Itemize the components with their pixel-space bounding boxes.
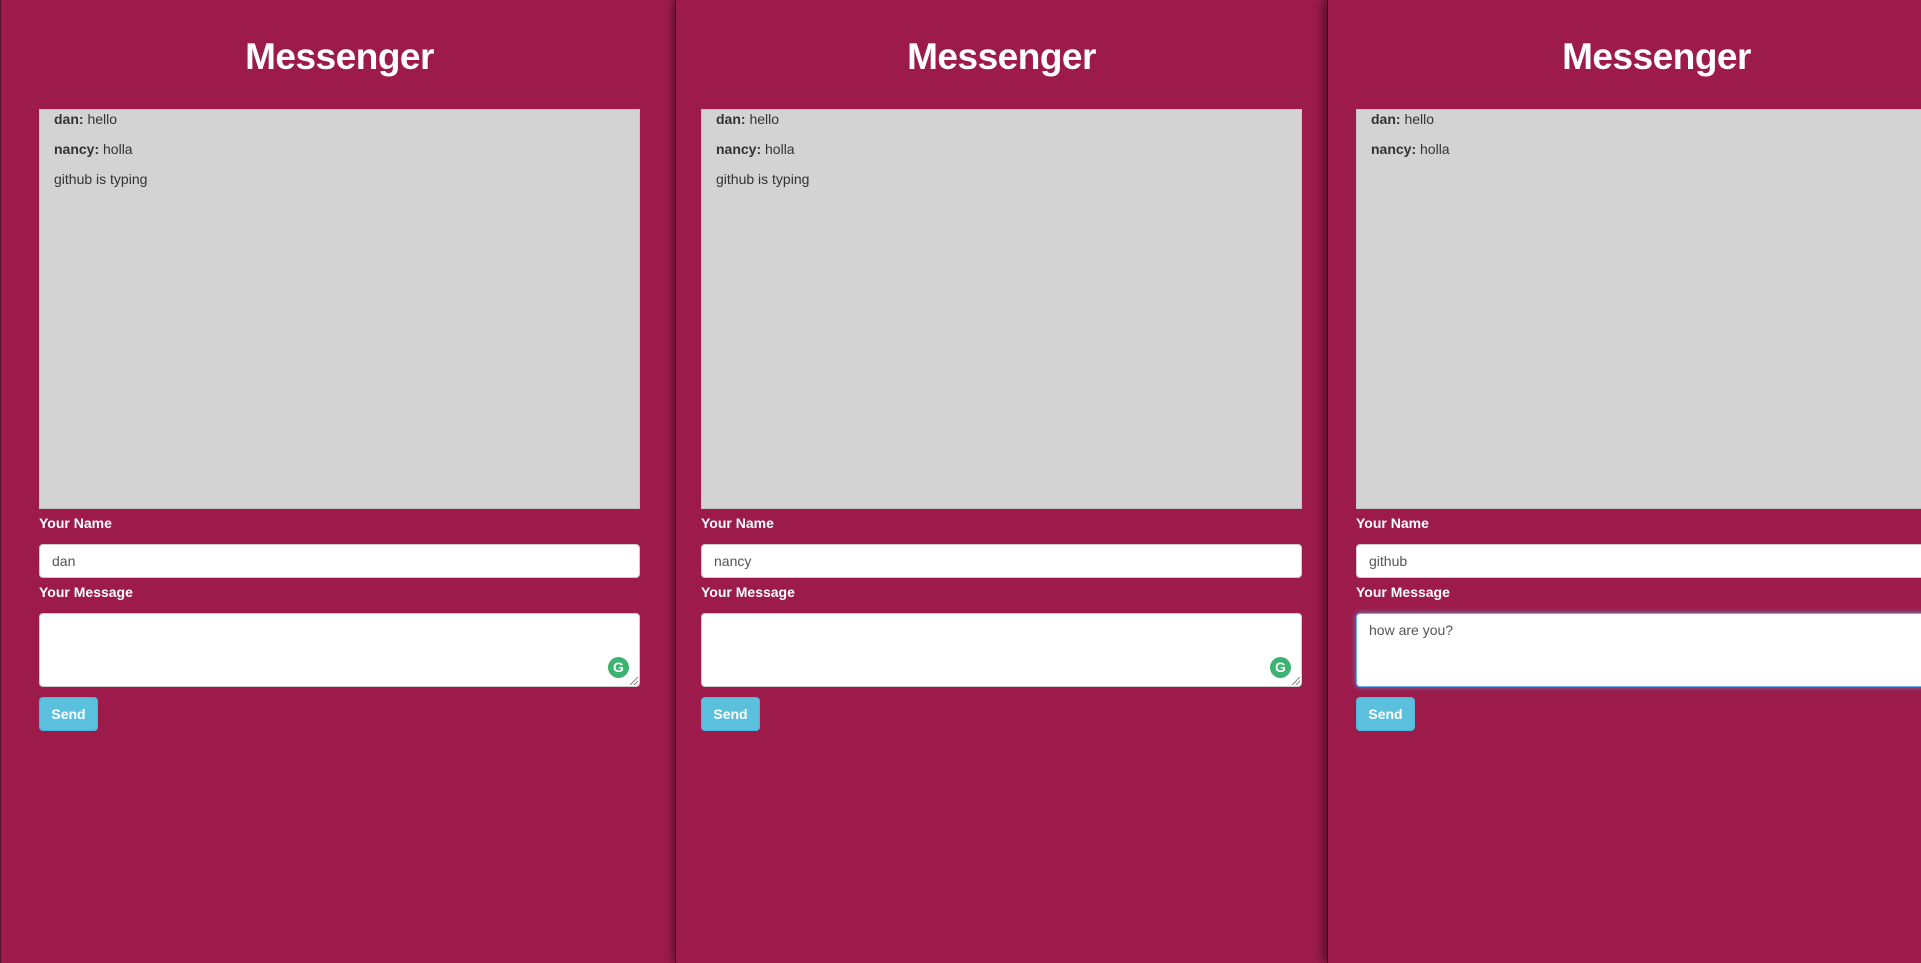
desktop: Messenger dan: hello nancy: holla github… xyxy=(0,0,1921,963)
page-title: Messenger xyxy=(907,36,1096,77)
message-text: hello xyxy=(1404,111,1435,127)
name-label: Your Name xyxy=(1356,515,1429,531)
typing-indicator: github is typing xyxy=(54,171,148,187)
grammarly-icon[interactable]: G xyxy=(1270,657,1291,678)
grammarly-icon[interactable]: G xyxy=(608,657,629,678)
messenger-window-dan: Messenger dan: hello nancy: holla github… xyxy=(0,0,675,963)
page-title: Messenger xyxy=(245,36,434,77)
message-textarea[interactable]: how are you? xyxy=(1356,613,1921,687)
messenger-window-nancy: Messenger dan: hello nancy: holla github… xyxy=(675,0,1327,963)
send-button[interactable]: Send xyxy=(1356,697,1415,731)
resize-grip-icon[interactable] xyxy=(630,677,638,685)
message-author: dan: xyxy=(54,111,84,127)
messenger-window-github: Messenger dan: hello nancy: holla Your N… xyxy=(1327,0,1921,963)
send-button[interactable]: Send xyxy=(701,697,760,731)
message-author: dan: xyxy=(716,111,746,127)
message-text: hello xyxy=(87,111,118,127)
message-author: nancy: xyxy=(54,141,100,157)
message-label: Your Message xyxy=(39,584,133,600)
name-label: Your Name xyxy=(701,515,774,531)
name-label: Your Name xyxy=(39,515,112,531)
message-textarea[interactable] xyxy=(39,613,640,687)
message-item: nancy: holla xyxy=(1371,140,1921,170)
message-label: Your Message xyxy=(701,584,795,600)
send-button[interactable]: Send xyxy=(39,697,98,731)
message-item: dan: hello xyxy=(716,110,1287,140)
name-input[interactable] xyxy=(701,544,1302,578)
message-item: nancy: holla xyxy=(54,140,625,170)
message-author: nancy: xyxy=(716,141,762,157)
messages-panel: dan: hello nancy: holla github is typing xyxy=(701,109,1302,509)
typing-indicator: github is typing xyxy=(716,171,810,187)
page-title: Messenger xyxy=(1562,36,1751,77)
message-text: hello xyxy=(749,111,780,127)
message-label: Your Message xyxy=(1356,584,1450,600)
name-input[interactable] xyxy=(39,544,640,578)
message-textarea[interactable] xyxy=(701,613,1302,687)
message-text: holla xyxy=(1420,141,1450,157)
message-text: holla xyxy=(765,141,795,157)
message-item: dan: hello xyxy=(54,110,625,140)
message-author: dan: xyxy=(1371,111,1401,127)
message-item: dan: hello xyxy=(1371,110,1921,140)
resize-grip-icon[interactable] xyxy=(1292,677,1300,685)
message-author: nancy: xyxy=(1371,141,1417,157)
message-item: nancy: holla xyxy=(716,140,1287,170)
message-text: holla xyxy=(103,141,133,157)
name-input[interactable] xyxy=(1356,544,1921,578)
messages-panel: dan: hello nancy: holla xyxy=(1356,109,1921,509)
messages-panel: dan: hello nancy: holla github is typing xyxy=(39,109,640,509)
